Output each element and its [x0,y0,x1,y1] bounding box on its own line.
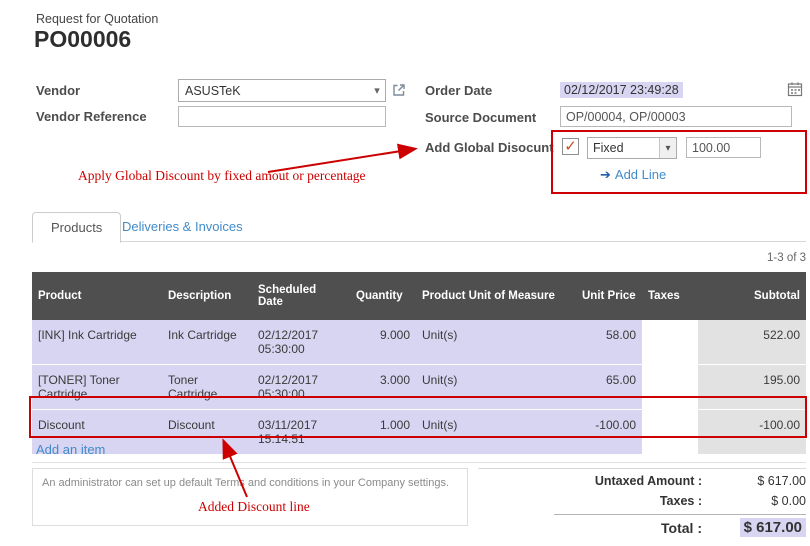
rfq-page: Request for Quotation PO00006 Vendor ▾ V… [0,0,810,546]
taxes-value: $ 0.00 [706,494,806,508]
tab-deliveries-invoices[interactable]: Deliveries & Invoices [122,219,243,234]
total-value: $ 617.00 [706,519,806,536]
vendor-reference-input[interactable] [178,106,386,127]
col-quantity[interactable]: Quantity [350,272,416,320]
vendor-combobox[interactable]: ▾ [178,79,386,102]
total-label: Total : [480,520,702,536]
select-dropdown-arrow-icon[interactable]: ▾ [659,138,676,158]
vendor-label: Vendor [36,83,80,98]
order-date-value[interactable]: 02/12/2017 23:49:28 [560,82,683,98]
checkmark-icon: ✓ [563,139,578,154]
source-document-input[interactable] [560,106,792,127]
cell-description[interactable]: Discount [162,410,252,455]
page-title: PO00006 [34,26,131,53]
global-discount-label: Add Global Disocunt [425,140,554,155]
cell-subtotal[interactable]: 522.00 [698,320,806,365]
annotation-added-note: Added Discount line [198,499,310,515]
cell-uom[interactable]: Unit(s) [416,320,576,365]
source-document-label: Source Document [425,110,536,125]
cell-product[interactable]: [INK] Ink Cartridge [32,320,162,365]
taxes-label: Taxes : [480,494,702,508]
order-date-label: Order Date [425,83,492,98]
cell-taxes[interactable] [642,410,698,455]
table-row-toner[interactable]: [TONER] Toner Cartridge Toner Cartridge … [32,365,806,410]
total-divider [554,514,806,515]
terms-note: An administrator can set up default Term… [32,468,468,526]
vendor-dropdown-arrow-icon[interactable]: ▾ [369,84,385,97]
cell-taxes[interactable] [642,365,698,410]
totals-top-divider [478,468,806,469]
cell-quantity[interactable]: 1.000 [350,410,416,455]
col-scheduled-date[interactable]: Scheduled Date [252,272,350,320]
cell-scheduled-date[interactable]: 02/12/2017 05:30:00 [252,320,350,365]
cell-unit-price[interactable]: -100.00 [576,410,642,455]
doc-type-label: Request for Quotation [36,12,158,26]
col-product[interactable]: Product [32,272,162,320]
cell-scheduled-date[interactable]: 02/12/2017 05:30:00 [252,365,350,410]
external-link-icon[interactable] [391,82,407,98]
col-uom[interactable]: Product Unit of Measure [416,272,576,320]
add-an-item-link[interactable]: Add an item [36,442,105,457]
annotation-apply-note: Apply Global Discount by fixed amout or … [78,168,366,184]
cell-uom[interactable]: Unit(s) [416,410,576,455]
untaxed-amount-value: $ 617.00 [706,474,806,488]
add-line-label: Add Line [615,167,666,182]
add-line-button[interactable]: ➔ Add Line [600,167,666,183]
discount-type-select[interactable]: Fixed ▾ [587,137,677,159]
vendor-reference-label: Vendor Reference [36,109,147,124]
order-lines-table: Product Description Scheduled Date Quant… [32,272,806,455]
discount-amount-input[interactable] [686,137,761,158]
cell-unit-price[interactable]: 65.00 [576,365,642,410]
table-row-discount[interactable]: Discount Discount 03/11/2017 15:14:51 1.… [32,410,806,455]
cell-scheduled-date[interactable]: 03/11/2017 15:14:51 [252,410,350,455]
untaxed-amount-label: Untaxed Amount : [480,474,702,488]
add-line-arrow-icon: ➔ [600,167,611,182]
table-header-row: Product Description Scheduled Date Quant… [32,272,806,320]
table-bottom-divider [32,462,806,463]
cell-subtotal[interactable]: -100.00 [698,410,806,455]
total-value-highlight: $ 617.00 [740,518,806,537]
col-unit-price[interactable]: Unit Price [576,272,642,320]
cell-product[interactable]: [TONER] Toner Cartridge [32,365,162,410]
discount-type-value: Fixed [588,141,659,155]
cell-description[interactable]: Toner Cartridge [162,365,252,410]
global-discount-checkbox[interactable]: ✓ [562,138,579,155]
col-taxes[interactable]: Taxes [642,272,698,320]
cell-quantity[interactable]: 3.000 [350,365,416,410]
cell-quantity[interactable]: 9.000 [350,320,416,365]
table-row-ink[interactable]: [INK] Ink Cartridge Ink Cartridge 02/12/… [32,320,806,365]
cell-taxes[interactable] [642,320,698,365]
col-subtotal[interactable]: Subtotal [698,272,806,320]
calendar-icon[interactable] [787,81,803,97]
col-description[interactable]: Description [162,272,252,320]
vendor-input[interactable] [179,80,369,101]
cell-subtotal[interactable]: 195.00 [698,365,806,410]
pager: 1-3 of 3 [767,252,806,264]
cell-uom[interactable]: Unit(s) [416,365,576,410]
cell-description[interactable]: Ink Cartridge [162,320,252,365]
cell-unit-price[interactable]: 58.00 [576,320,642,365]
tab-products[interactable]: Products [32,212,121,243]
